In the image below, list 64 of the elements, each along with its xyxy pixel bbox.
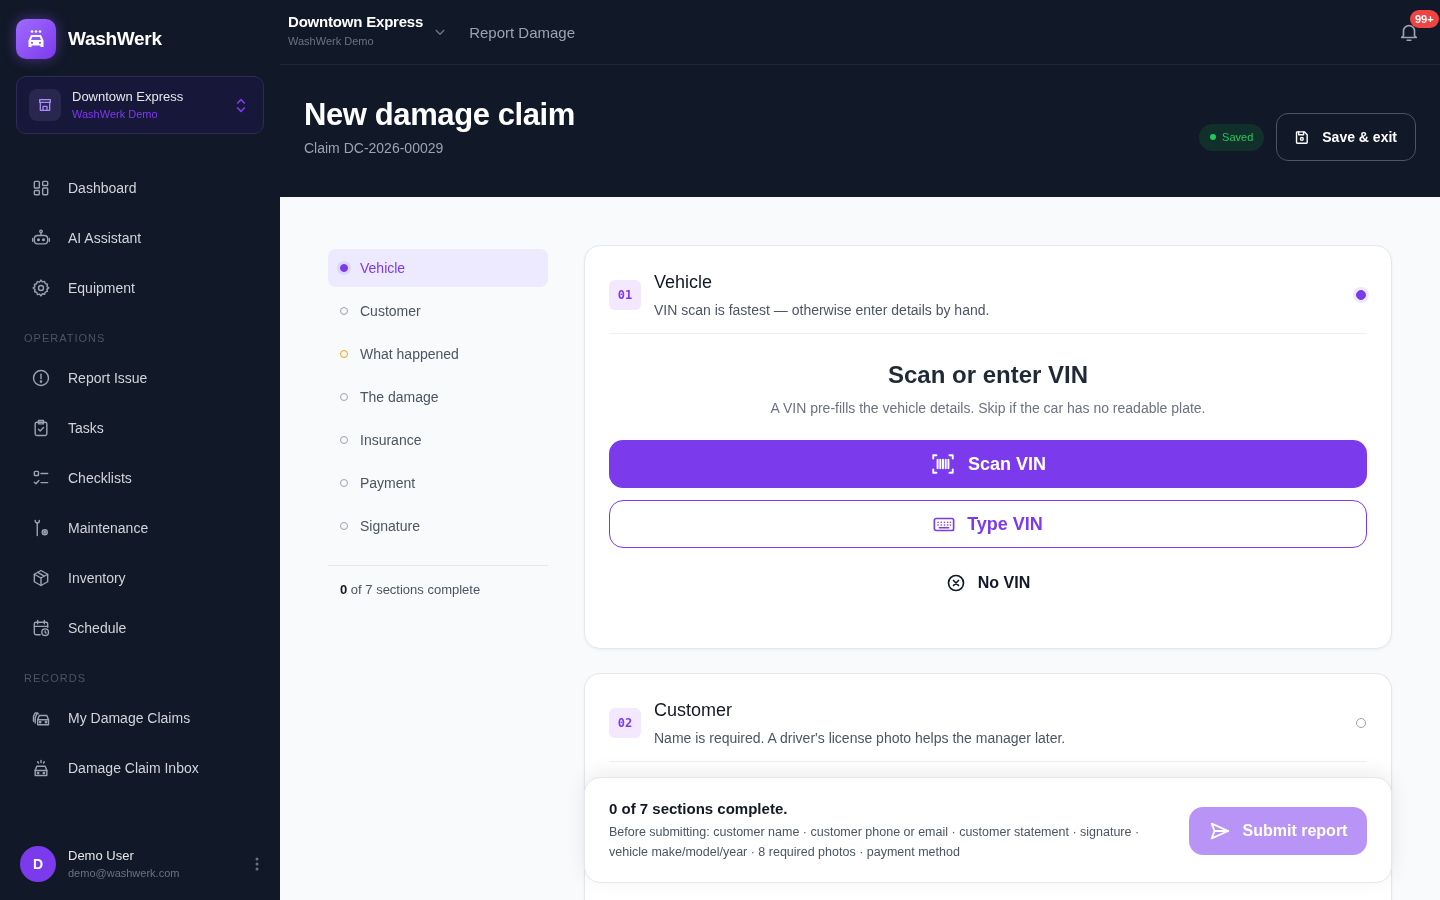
car-siren-icon — [31, 758, 51, 778]
calendar-clock-icon — [31, 618, 51, 638]
saved-status: Saved — [1222, 131, 1254, 143]
nav-item[interactable]: Equipment — [16, 263, 264, 313]
step-item[interactable]: Payment — [328, 464, 548, 502]
page-name: Report Damage — [469, 23, 576, 41]
car-wash-logo-icon — [16, 19, 56, 59]
user-avatar: D — [20, 846, 56, 882]
claim-number: Claim DC-2026-00029 — [304, 139, 445, 158]
type-vin-button[interactable]: Type VIN — [609, 500, 1367, 548]
nav-item[interactable]: Schedule — [16, 603, 264, 653]
section-title: Vehicle — [654, 271, 714, 294]
barcode-scan-icon — [930, 451, 956, 477]
step-item[interactable]: Customer — [328, 292, 548, 330]
nav-item[interactable]: Report Issue — [16, 353, 264, 403]
notification-count: 99+ — [1410, 10, 1439, 28]
robot-icon — [31, 228, 51, 248]
nav-item[interactable]: AI Assistant — [16, 213, 264, 263]
chevron-down-icon — [435, 28, 446, 36]
keyboard-icon — [933, 516, 956, 532]
nav-section-heading: RECORDS — [23, 671, 87, 686]
nav-item[interactable]: Inventory — [16, 553, 264, 603]
cube-icon — [31, 568, 51, 588]
more-options-icon[interactable] — [255, 857, 259, 871]
status-dot-icon — [1210, 134, 1217, 140]
no-vin-button[interactable]: No VIN — [941, 560, 1035, 606]
step-item[interactable]: Vehicle — [328, 249, 548, 287]
chevron-up-down-icon — [236, 96, 246, 114]
save-exit-button[interactable]: Save & exit — [1276, 113, 1416, 161]
vin-heading: Scan or enter VIN — [887, 360, 1089, 390]
nav-item[interactable]: My Damage Claims — [16, 693, 264, 743]
nav-item[interactable]: Dashboard — [16, 163, 264, 213]
vin-description: A VIN pre-fills the vehicle details. Skip if the car has no readable plate. — [770, 399, 1206, 418]
nav-item[interactable]: Damage Claim Inbox — [16, 743, 264, 793]
exclamation-circle-icon — [31, 368, 51, 388]
grid-icon — [31, 178, 51, 198]
user-name: Demo User — [68, 848, 135, 864]
requirements-text: Before submitting: customer name · customer phone or email · customer statement · signature · vehicle make/model/year · 8 required photos · payment method — [609, 824, 1141, 861]
nav-item[interactable]: Checklists — [16, 453, 264, 503]
store-switcher[interactable]: Downtown Express WashWerk Demo — [16, 76, 264, 134]
nav-section-heading: OPERATIONS — [23, 331, 107, 346]
step-item[interactable]: The damage — [328, 378, 548, 416]
step-item[interactable]: What happened — [328, 335, 548, 373]
step-number: 02 — [609, 708, 641, 738]
page-title: New damage claim — [304, 97, 575, 133]
scan-vin-button[interactable]: Scan VIN — [609, 440, 1367, 488]
progress-text: 0 of 7 sections complete — [339, 581, 482, 599]
storefront-icon — [29, 89, 61, 121]
user-email: demo@washwerk.com — [68, 866, 181, 880]
x-circle-icon — [945, 573, 966, 593]
section-description: Name is required. A driver's license photo helps the manager later. — [654, 729, 1067, 748]
step-item[interactable]: Signature — [328, 507, 548, 545]
nav-item[interactable]: Tasks — [16, 403, 264, 453]
location-switcher[interactable]: Downtown Express WashWerk Demo — [288, 12, 446, 52]
section-description: VIN scan is fastest — otherwise enter details by hand. — [654, 301, 991, 320]
progress-summary: 0 of 7 sections complete. — [609, 799, 789, 819]
clipboard-check-icon — [31, 418, 51, 438]
gear-icon — [31, 278, 51, 298]
section-title: Customer — [654, 699, 734, 722]
brand-name: WashWerk — [68, 28, 162, 50]
step-item[interactable]: Insurance — [328, 421, 548, 459]
step-number: 01 — [609, 280, 641, 310]
wrench-gear-icon — [31, 518, 51, 538]
nav-item[interactable]: Maintenance — [16, 503, 264, 553]
